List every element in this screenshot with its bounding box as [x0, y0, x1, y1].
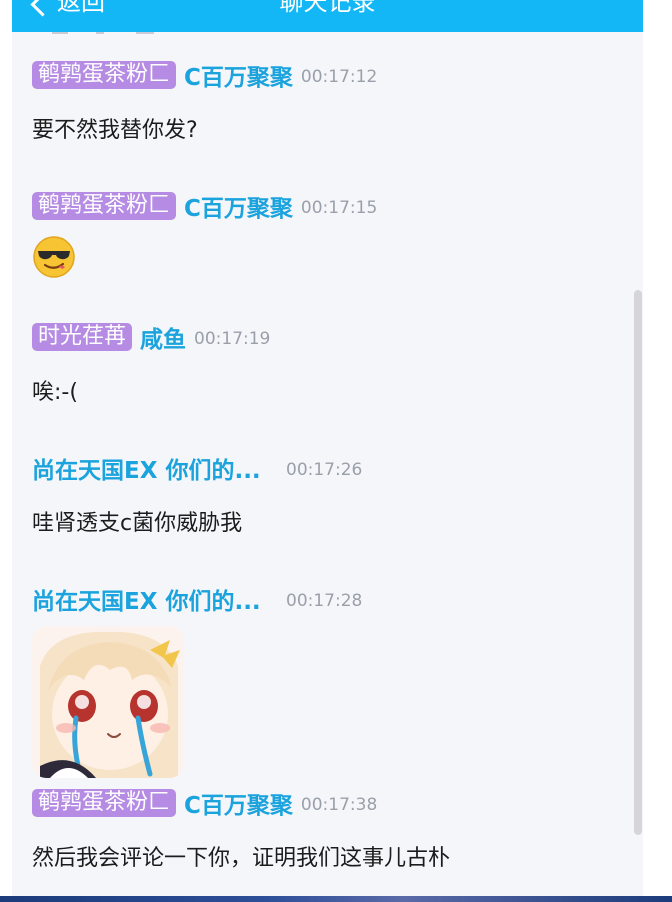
message-meta: 鹌鹑蛋茶粉匚 C百万聚聚 00:17:38	[32, 786, 623, 820]
scrollbar[interactable]	[634, 290, 642, 835]
message-list[interactable]: 鹌鹑蛋茶粉匚 C百万聚聚 00:17:12 要不然我替你发? 鹌鹑蛋茶粉匚 C百…	[12, 32, 643, 896]
group-title-badge: 时光荏苒	[32, 323, 133, 351]
message-text: 哇肾透支c菌你威胁我	[32, 511, 243, 536]
chat-message[interactable]: 鹌鹑蛋茶粉匚 C百万聚聚 00:17:15	[32, 191, 623, 279]
group-title-badge: 鹌鹑蛋茶粉匚	[32, 192, 177, 220]
sender-name[interactable]: C百万聚聚	[184, 58, 293, 92]
sender-name[interactable]: 咸鱼	[140, 320, 186, 354]
previous-item-edge	[96, 32, 104, 34]
message-text: 然后我会评论一下你，证明我们这事儿古朴	[32, 846, 451, 871]
message-time: 00:17:26	[286, 459, 363, 480]
crying-anime-girl-sticker-icon[interactable]	[32, 626, 184, 778]
page-title: 聊天记录	[279, 0, 376, 16]
chat-message[interactable]: 尚在天国EX 你们的... 00:17:26 哇肾透支c菌你威胁我	[32, 453, 623, 537]
chat-message[interactable]: 时光荏苒 咸鱼 00:17:19 唉:-(	[32, 322, 623, 406]
top-bar: 返回 聊天记录	[12, 0, 643, 32]
message-time: 00:17:15	[300, 197, 378, 218]
message-meta: 尚在天国EX 你们的... 00:17:28	[32, 582, 623, 616]
sender-name[interactable]: 尚在天国EX 你们的...	[32, 582, 278, 616]
sender-name[interactable]: C百万聚聚	[184, 786, 293, 820]
chat-message[interactable]: 鹌鹑蛋茶粉匚 C百万聚聚 00:17:12 要不然我替你发?	[32, 60, 623, 144]
sender-name[interactable]: C百万聚聚	[184, 189, 293, 223]
chat-message[interactable]: 尚在天国EX 你们的... 00:17:28	[32, 584, 623, 778]
bottom-edge	[0, 896, 672, 902]
message-text: 唉:-(	[32, 380, 78, 405]
message-meta: 时光荏苒 咸鱼 00:17:19	[32, 320, 623, 354]
chat-history-screen: 返回 聊天记录 鹌鹑蛋茶粉匚 C百万聚聚 00:17:12 要不然我替你发? 鹌…	[0, 0, 672, 902]
message-time: 00:17:38	[300, 794, 378, 815]
message-time: 00:17:28	[286, 590, 363, 611]
message-time: 00:17:12	[300, 66, 378, 87]
group-title-badge: 鹌鹑蛋茶粉匚	[32, 61, 177, 89]
message-meta: 鹌鹑蛋茶粉匚 C百万聚聚 00:17:12	[32, 58, 623, 92]
message-text: 要不然我替你发?	[32, 118, 198, 143]
group-title-badge: 鹌鹑蛋茶粉匚	[32, 789, 177, 817]
previous-item-edge	[52, 32, 68, 34]
sender-name[interactable]: 尚在天国EX 你们的...	[32, 451, 278, 485]
previous-item-edge	[136, 32, 154, 34]
message-meta: 尚在天国EX 你们的... 00:17:26	[32, 451, 623, 485]
message-meta: 鹌鹑蛋茶粉匚 C百万聚聚 00:17:15	[32, 189, 623, 223]
message-time: 00:17:19	[194, 328, 271, 349]
cool-sunglasses-emoji-icon	[32, 235, 76, 279]
chat-message[interactable]: 鹌鹑蛋茶粉匚 C百万聚聚 00:17:38 然后我会评论一下你，证明我们这事儿古…	[32, 788, 623, 872]
